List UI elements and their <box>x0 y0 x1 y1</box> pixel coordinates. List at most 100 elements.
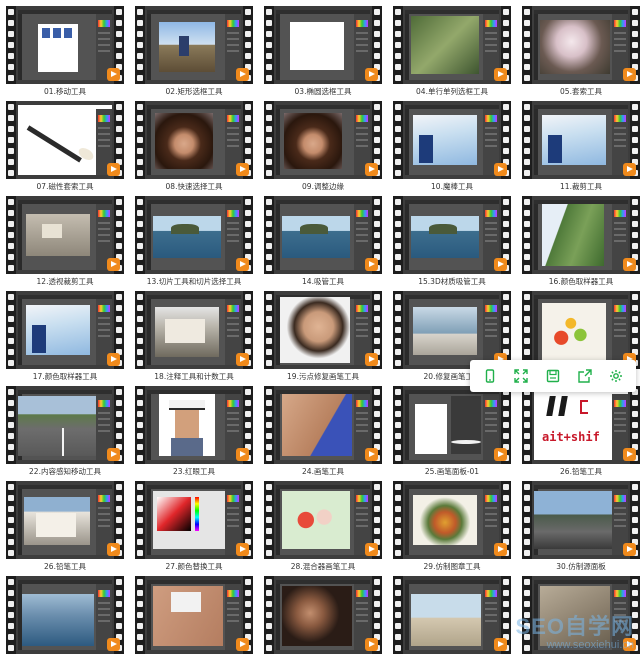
play-icon[interactable] <box>623 258 636 271</box>
play-icon[interactable] <box>365 638 378 651</box>
video-thumbnail[interactable]: 12.透视裁剪工具 <box>6 196 124 291</box>
play-icon[interactable] <box>107 353 120 366</box>
video-thumbnail[interactable]: 26.铅笔工具 <box>6 481 124 576</box>
play-icon[interactable] <box>623 543 636 556</box>
play-icon[interactable] <box>236 68 249 81</box>
play-icon[interactable] <box>107 163 120 176</box>
play-icon[interactable] <box>107 258 120 271</box>
play-icon[interactable] <box>494 543 507 556</box>
video-thumbnail[interactable]: 25.画笔面板-01 <box>393 386 511 481</box>
video-thumbnail[interactable]: 11.裁剪工具 <box>522 101 640 196</box>
film-hole <box>503 31 509 37</box>
share-button[interactable] <box>574 365 596 387</box>
video-thumbnail[interactable]: 18.注释工具和计数工具 <box>135 291 253 386</box>
play-icon[interactable] <box>365 543 378 556</box>
play-icon[interactable] <box>236 353 249 366</box>
save-button[interactable] <box>542 365 564 387</box>
film-hole <box>374 31 380 37</box>
play-icon[interactable] <box>494 258 507 271</box>
video-thumbnail[interactable] <box>264 576 382 654</box>
video-thumbnail[interactable] <box>6 576 124 654</box>
video-thumbnail[interactable]: 08.快速选择工具 <box>135 101 253 196</box>
photoshop-screenshot <box>405 580 499 650</box>
video-caption: 04.单行单列选框工具 <box>416 87 488 96</box>
film-hole <box>374 53 380 59</box>
video-caption: 02.矩形选框工具 <box>165 87 223 96</box>
play-icon[interactable] <box>623 68 636 81</box>
film-hole <box>395 517 401 523</box>
film-perforation <box>264 386 274 464</box>
video-thumbnail[interactable]: 07.磁性套索工具 <box>6 101 124 196</box>
film-perforation <box>522 291 532 369</box>
play-icon[interactable] <box>365 258 378 271</box>
play-icon[interactable] <box>236 163 249 176</box>
video-thumbnail[interactable]: 15.3D材质吸管工具 <box>393 196 511 291</box>
video-thumbnail[interactable]: 16.颜色取样器工具 <box>522 196 640 291</box>
video-thumbnail[interactable]: 28.混合器画笔工具 <box>264 481 382 576</box>
film-hole <box>266 159 272 165</box>
play-icon[interactable] <box>365 68 378 81</box>
film-hole <box>137 517 143 523</box>
video-thumbnail[interactable]: 27.颜色替换工具 <box>135 481 253 576</box>
video-thumbnail[interactable]: 22.内容感知移动工具 <box>6 386 124 481</box>
video-thumbnail[interactable]: 30.仿制源面板 <box>522 481 640 576</box>
tool-bar <box>18 204 22 270</box>
video-thumbnail[interactable]: 23.红眼工具 <box>135 386 253 481</box>
photoshop-screenshot <box>405 485 499 555</box>
play-icon[interactable] <box>107 68 120 81</box>
film-hole <box>374 506 380 512</box>
play-icon[interactable] <box>236 543 249 556</box>
film-hole <box>632 422 638 428</box>
video-thumbnail[interactable]: 04.单行单列选框工具 <box>393 6 511 101</box>
play-icon[interactable] <box>365 448 378 461</box>
video-thumbnail[interactable]: ait+shif 26.铅笔工具 <box>522 386 640 481</box>
video-thumbnail[interactable]: 17.颜色取样器工具 <box>6 291 124 386</box>
video-thumbnail[interactable]: 24.画笔工具 <box>264 386 382 481</box>
play-icon[interactable] <box>107 448 120 461</box>
film-hole <box>8 590 14 596</box>
film-hole <box>116 590 122 596</box>
play-icon[interactable] <box>623 163 636 176</box>
settings-button[interactable] <box>605 365 627 387</box>
phone-button[interactable] <box>479 365 501 387</box>
video-thumbnail[interactable]: 14.吸管工具 <box>264 196 382 291</box>
film-hole <box>374 126 380 132</box>
photoshop-screenshot <box>276 580 370 650</box>
film-hole <box>524 455 530 461</box>
video-thumbnail[interactable]: 19.污点修复画笔工具 <box>264 291 382 386</box>
tool-bar <box>147 204 151 270</box>
film-hole <box>524 170 530 176</box>
video-caption: 12.透视裁剪工具 <box>36 277 94 286</box>
play-icon[interactable] <box>623 448 636 461</box>
fullscreen-button[interactable] <box>510 365 532 387</box>
video-thumbnail[interactable]: 03.椭圆选框工具 <box>264 6 382 101</box>
video-thumbnail[interactable] <box>135 576 253 654</box>
play-icon[interactable] <box>494 163 507 176</box>
play-icon[interactable] <box>236 258 249 271</box>
video-thumbnail[interactable]: 13.切片工具和切片选择工具 <box>135 196 253 291</box>
film-hole <box>137 316 143 322</box>
play-icon[interactable] <box>365 353 378 366</box>
video-thumbnail[interactable]: 10.魔棒工具 <box>393 101 511 196</box>
video-thumbnail[interactable]: 01.移动工具 <box>6 6 124 101</box>
play-icon[interactable] <box>107 543 120 556</box>
play-icon[interactable] <box>365 163 378 176</box>
play-icon[interactable] <box>107 638 120 651</box>
play-icon[interactable] <box>236 638 249 651</box>
film-hole <box>395 495 401 501</box>
film-hole <box>632 148 638 154</box>
video-thumbnail[interactable]: 02.矩形选框工具 <box>135 6 253 101</box>
play-icon[interactable] <box>494 68 507 81</box>
film-hole <box>137 148 143 154</box>
video-caption: 28.混合器画笔工具 <box>290 562 356 571</box>
film-hole <box>395 316 401 322</box>
video-thumbnail[interactable]: 29.仿制图章工具 <box>393 481 511 576</box>
film-hole <box>374 528 380 534</box>
film-hole <box>116 338 122 344</box>
play-icon[interactable] <box>494 448 507 461</box>
video-thumbnail[interactable]: 05.套索工具 <box>522 6 640 101</box>
color-swatch <box>485 210 497 217</box>
video-thumbnail[interactable]: 09.调整边缘 <box>264 101 382 196</box>
film-hole <box>524 422 530 428</box>
play-icon[interactable] <box>236 448 249 461</box>
